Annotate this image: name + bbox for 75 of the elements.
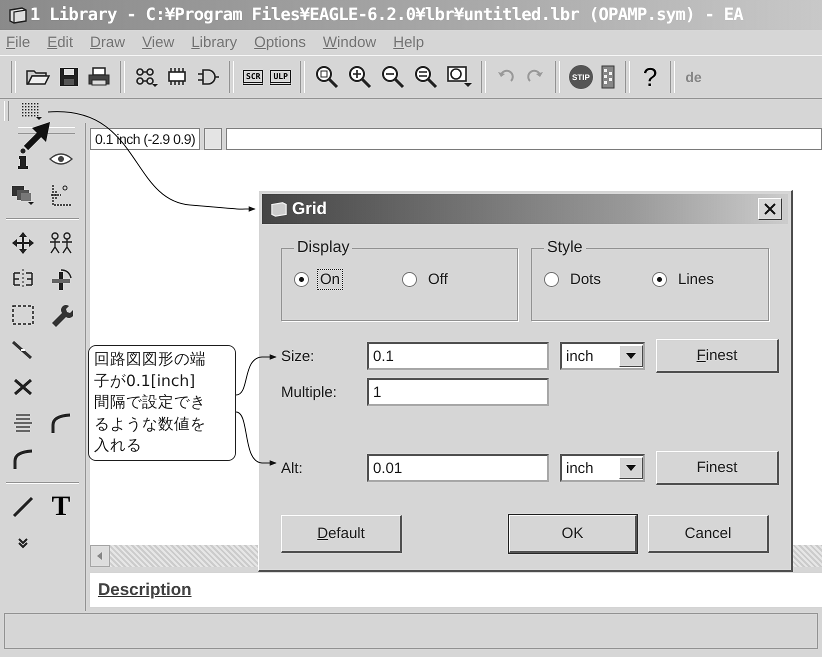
- layers-icon: [11, 184, 35, 206]
- finest-button[interactable]: Finest: [656, 451, 779, 485]
- callout-text: 回路図図形の端子が0.1[inch]間隔で設定できるような数値を入れる: [94, 349, 207, 456]
- split-line-icon: [11, 340, 35, 362]
- script-icon: ULP: [270, 70, 291, 84]
- toolbar-text: de: [685, 69, 702, 85]
- radio-button[interactable]: [652, 272, 667, 287]
- toolbar-button[interactable]: SCR: [240, 60, 266, 94]
- leader-line: [236, 354, 277, 396]
- stop-icon: STIP: [568, 65, 593, 89]
- printer-icon: [87, 66, 111, 88]
- command-field[interactable]: [226, 128, 822, 150]
- script-icon: SCR: [243, 70, 264, 84]
- book-icon: [270, 201, 288, 217]
- info-icon: [16, 148, 30, 170]
- dropdown-arrow-icon: [626, 465, 636, 471]
- line-icon: [12, 496, 34, 518]
- field-label: Multiple:: [281, 384, 338, 400]
- multiple-field[interactable]: 1: [367, 378, 549, 406]
- pointer-arrow: [24, 122, 50, 150]
- leader-line: [236, 412, 277, 466]
- radio-option[interactable]: Dots: [544, 269, 632, 290]
- checker-icon: [600, 65, 616, 89]
- magnifier-icon: [314, 64, 340, 90]
- finest-button[interactable]: Finest: [656, 339, 779, 373]
- radio-option[interactable]: Lines: [652, 269, 740, 290]
- arc-icon: [50, 412, 72, 434]
- group-label: Display: [296, 239, 350, 257]
- dialog-button[interactable]: Cancel: [648, 515, 770, 553]
- left-arrow-icon: [97, 552, 103, 560]
- dialog-button[interactable]: OK: [509, 515, 637, 553]
- chip-icon: [165, 66, 189, 88]
- unit-dropdown[interactable]: inch: [560, 342, 645, 370]
- dialog-button[interactable]: Default: [281, 515, 402, 553]
- group-label: Style: [546, 239, 584, 257]
- radio-option[interactable]: On: [294, 269, 382, 290]
- tool-button[interactable]: T: [44, 491, 78, 523]
- zoom-out-icon: [380, 64, 406, 90]
- unit-dropdown[interactable]: inch: [560, 454, 645, 482]
- dialog-title: Grid: [292, 199, 328, 219]
- move-icon: [11, 231, 35, 255]
- mirror-icon: [11, 268, 35, 290]
- close-button[interactable]: [758, 198, 782, 220]
- size-field[interactable]: 0.1: [367, 342, 549, 370]
- book-icon: [8, 6, 28, 24]
- toolbar-button[interactable]: STIP: [566, 60, 596, 94]
- radio-button[interactable]: [294, 272, 309, 287]
- text-icon: T: [52, 491, 70, 523]
- arc-icon: [12, 448, 34, 470]
- magnifier-icon: [412, 64, 439, 90]
- toolbar-button[interactable]: ULP: [267, 60, 294, 94]
- coordinate-field: [204, 128, 222, 150]
- field-label: Size:: [281, 348, 316, 364]
- chevrons-icon: [17, 537, 29, 549]
- dashed-rectangle-icon: [11, 304, 35, 326]
- description-link[interactable]: Description: [98, 580, 192, 600]
- radio-button[interactable]: [544, 272, 559, 287]
- scroll-left-button[interactable]: [90, 545, 110, 567]
- two-figures-icon: [48, 232, 74, 254]
- gate-icon: [196, 66, 220, 88]
- dropdown-arrow-icon: [626, 353, 636, 359]
- delete-icon: [12, 377, 34, 397]
- zoom-select-icon: [446, 64, 472, 90]
- close-icon: [764, 203, 776, 215]
- alt-field[interactable]: 0.01: [367, 454, 549, 482]
- grid-icon: [20, 101, 44, 121]
- schematic-icon: [134, 66, 158, 88]
- field-label: Alt:: [281, 460, 304, 476]
- eye-icon: [49, 151, 73, 167]
- floppy-icon: [58, 66, 80, 88]
- window-title: 1 Library - C:¥Program Files¥EAGLE-6.2.0¥lbr¥untitled.lbr (OPAMP.sym) - EA: [30, 5, 743, 25]
- axis-icon: [49, 183, 73, 207]
- zoom-in-icon: [346, 64, 373, 90]
- radio-button[interactable]: [402, 272, 417, 287]
- radio-option[interactable]: Off: [402, 269, 490, 290]
